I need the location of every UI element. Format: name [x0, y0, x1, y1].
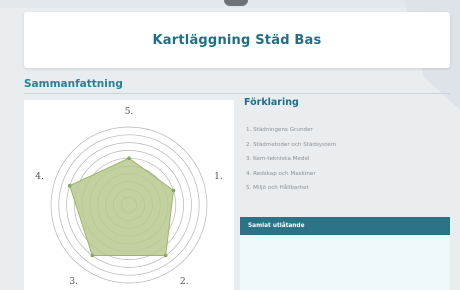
overall-statement-header[interactable]: Samlat utlåtande: [240, 217, 450, 235]
top-handle: [224, 0, 248, 6]
radar-point-2: [163, 253, 168, 258]
radar-chart-panel: 1. 2. 3. 4. 5.: [24, 100, 234, 290]
legend-item: 5. Miljö och Hållbarhet: [246, 185, 309, 191]
radar-axis-label-4: 4.: [35, 172, 44, 182]
radar-axis-label-5: 5.: [125, 107, 134, 117]
legend-item: 2. Städmetoder och Städsystem: [246, 141, 337, 148]
overall-statement-box: Samlat utlåtande: [240, 217, 450, 290]
page-title: Kartläggning Städ Bas: [152, 32, 322, 48]
radar-point-3: [90, 253, 95, 258]
radar-axis-label-2: 2.: [180, 277, 189, 287]
radar-point-1: [171, 188, 176, 193]
title-card: Kartläggning Städ Bas: [24, 12, 450, 68]
radar-series: [67, 156, 176, 258]
legend-list: 1. Städningens Grunder 2. Städmetoder oc…: [246, 123, 336, 196]
legend-item: 3. Kem-tekniska Medel: [246, 156, 310, 162]
legend-item: 1. Städningens Grunder: [246, 127, 313, 133]
radar-axis-label-3: 3.: [69, 277, 78, 287]
radar-point-4: [67, 183, 72, 188]
legend-title: Förklaring: [244, 97, 299, 108]
overall-statement-label: Samlat utlåtande: [248, 223, 305, 229]
section-divider: [24, 93, 450, 94]
legend-item: 4. Redskap och Maskiner: [246, 170, 316, 177]
radar-axis-label-1: 1.: [214, 172, 223, 182]
section-heading-summary: Sammanfattning: [24, 78, 123, 90]
radar-point-5: [127, 156, 131, 160]
radar-chart: 1. 2. 3. 4. 5.: [35, 107, 223, 287]
